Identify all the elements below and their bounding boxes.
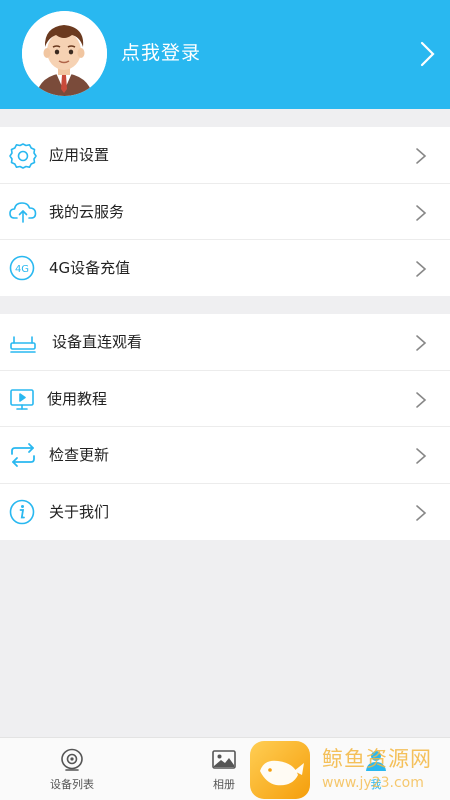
menu-item-label: 设备直连观看 [52, 333, 143, 351]
settings-group: 应用设置 我的云服务 4G 4G设备充值 [0, 127, 450, 296]
chevron-right-icon [414, 446, 428, 466]
watermark-url: www.jy23.com [322, 775, 424, 791]
login-prompt[interactable]: 点我登录 [121, 40, 201, 66]
menu-item-label: 关于我们 [49, 502, 110, 521]
menu-item-direct-connect[interactable]: 设备直连观看 [0, 314, 450, 371]
svg-text:4G: 4G [15, 264, 29, 275]
refresh-arrows-icon [8, 441, 38, 469]
4g-badge-icon: 4G [8, 254, 38, 282]
chevron-right-icon [414, 146, 428, 166]
cloud-upload-icon [8, 198, 38, 226]
chevron-right-icon[interactable] [415, 40, 439, 68]
menu-item-label: 使用教程 [47, 389, 108, 408]
gear-icon [8, 141, 38, 169]
watermark: 鲸鱼资源网 www.jy23.com [250, 738, 450, 800]
menu-item-tutorial[interactable]: 使用教程 [0, 371, 450, 427]
camera-icon [59, 748, 85, 772]
tab-label: 设备列表 [50, 778, 94, 791]
router-icon [8, 328, 38, 356]
info-icon [8, 498, 38, 526]
chevron-right-icon [414, 333, 428, 353]
menu-item-4g-recharge[interactable]: 4G 4G设备充值 [0, 240, 450, 297]
whale-logo-icon [250, 741, 310, 799]
chevron-right-icon [414, 203, 428, 223]
watermark-text: 鲸鱼资源网 [322, 747, 432, 771]
menu-item-label: 4G设备充值 [49, 259, 131, 277]
menu-item-app-settings[interactable]: 应用设置 [0, 127, 450, 184]
chevron-right-icon [414, 259, 428, 279]
tab-device-list[interactable]: 设备列表 [32, 738, 112, 800]
chevron-right-icon [414, 503, 428, 523]
menu-item-check-update[interactable]: 检查更新 [0, 427, 450, 484]
image-icon [211, 748, 237, 772]
menu-item-label: 检查更新 [49, 446, 110, 464]
video-screen-icon [8, 385, 38, 413]
menu-item-label: 应用设置 [49, 146, 110, 164]
avatar[interactable] [22, 11, 107, 96]
menu-item-label: 我的云服务 [49, 202, 125, 221]
menu-item-cloud-service[interactable]: 我的云服务 [0, 184, 450, 240]
chevron-right-icon [414, 390, 428, 410]
menu-item-about-us[interactable]: 关于我们 [0, 484, 450, 541]
support-group: 设备直连观看 使用教程 检查更新 关于我们 [0, 314, 450, 540]
profile-header[interactable]: 点我登录 [0, 0, 450, 109]
